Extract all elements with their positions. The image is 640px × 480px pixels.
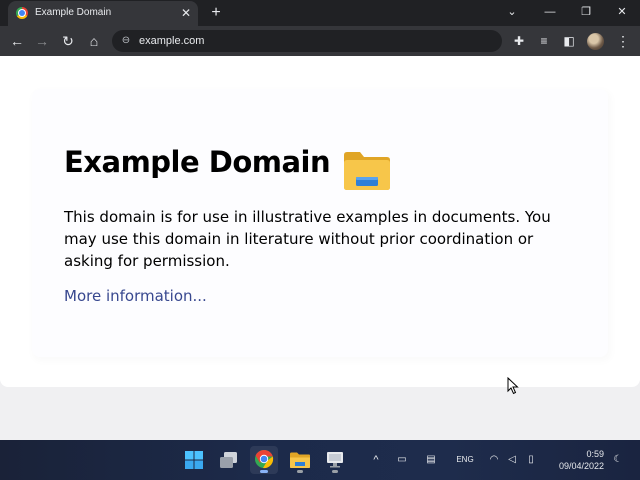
clock-time: 0:59 — [586, 449, 604, 459]
page-viewport: Example Domain This domain is for use in… — [0, 56, 640, 440]
maximize-button[interactable]: ❐ — [566, 0, 606, 26]
remote-desktop-icon[interactable] — [321, 446, 349, 474]
extensions-icon[interactable]: ✚ — [508, 30, 530, 52]
running-app-indicator-2 — [332, 470, 338, 473]
browser-toolbar: ← → ↻ ⌂ ⊖ example.com ✚ ≡ ◧ ⋮ — [0, 26, 640, 56]
url-text[interactable]: example.com — [139, 35, 204, 47]
clock-date: 09/04/2022 — [558, 461, 604, 471]
language-indicator[interactable]: ENG — [452, 440, 478, 480]
close-window-button[interactable]: ✕ — [602, 0, 640, 26]
active-app-indicator — [260, 470, 268, 473]
tab-title: Example Domain — [35, 7, 112, 18]
tab-close-icon[interactable]: ✕ — [178, 5, 194, 21]
minimize-button[interactable]: — — [530, 0, 570, 26]
media-controls-icon[interactable]: ≡ — [533, 30, 555, 52]
tray-keyboard-icon[interactable]: ▤ — [422, 440, 440, 480]
mouse-cursor-icon — [507, 377, 519, 395]
content-card: Example Domain This domain is for use in… — [32, 89, 608, 357]
screen: Example Domain ✕ + ⌄ — ❐ ✕ ← → ↻ ⌂ ⊖ exa… — [0, 0, 640, 480]
system-clock[interactable]: 0:59 09/04/2022 — [546, 448, 604, 472]
browser-tab[interactable]: Example Domain ✕ — [8, 1, 198, 26]
show-hidden-icons-chevron-icon[interactable]: ^ — [368, 440, 384, 480]
browser-menu-icon[interactable]: ⋮ — [612, 30, 634, 52]
page-body: Example Domain This domain is for use in… — [0, 56, 640, 387]
file-explorer-icon[interactable] — [286, 446, 314, 474]
new-tab-button[interactable]: + — [206, 3, 226, 23]
tray-display-icon[interactable]: ▭ — [393, 440, 411, 480]
wifi-icon[interactable]: ◠ — [487, 440, 501, 480]
address-bar[interactable]: ⊖ example.com — [112, 30, 502, 52]
tab-search-icon[interactable]: ⌄ — [492, 0, 532, 26]
reload-button[interactable]: ↻ — [57, 30, 79, 52]
windows-taskbar: ^ ▭ ▤ ENG ◠ ◁ ▯ 0:59 09/04/2022 ☾ — [0, 440, 640, 480]
forward-button[interactable]: → — [31, 30, 53, 52]
side-panel-icon[interactable]: ◧ — [558, 30, 580, 52]
windows-start-icon[interactable] — [180, 446, 208, 474]
volume-icon[interactable]: ◁ — [505, 440, 519, 480]
battery-icon[interactable]: ▯ — [523, 440, 539, 480]
page-paragraph: This domain is for use in illustrative e… — [64, 208, 551, 270]
chrome-taskbar-icon[interactable] — [250, 446, 278, 474]
task-view-icon[interactable] — [215, 446, 243, 474]
back-button[interactable]: ← — [6, 30, 28, 52]
browser-titlebar: Example Domain ✕ + ⌄ — ❐ ✕ — [0, 0, 640, 26]
site-info-icon[interactable]: ⊖ — [120, 35, 132, 47]
chrome-favicon-icon — [16, 7, 28, 19]
page-heading: Example Domain — [64, 145, 331, 179]
running-app-indicator — [297, 470, 303, 473]
more-information-link[interactable]: More information... — [64, 287, 207, 305]
notifications-icon[interactable]: ☾ — [610, 440, 626, 480]
folder-icon — [344, 152, 390, 190]
home-button[interactable]: ⌂ — [83, 30, 105, 52]
profile-avatar[interactable] — [587, 33, 604, 50]
